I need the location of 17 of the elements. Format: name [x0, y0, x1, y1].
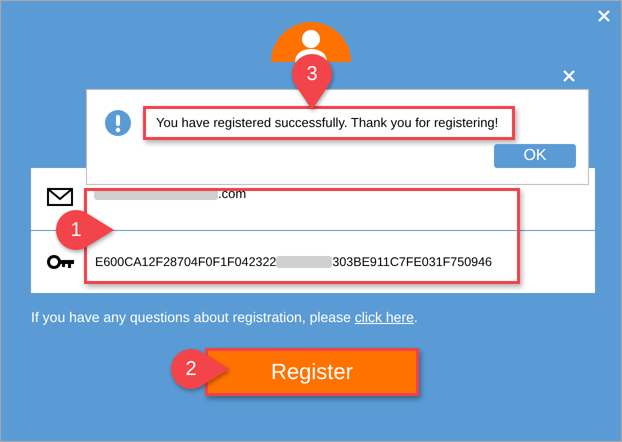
callout-number: 1: [69, 218, 83, 242]
callout-number: 3: [305, 62, 319, 86]
callout-number: 2: [184, 356, 198, 382]
email-text: .com: [218, 186, 246, 201]
help-text: If you have any questions about registration, please click here.: [31, 309, 419, 325]
exclamation-icon: [105, 110, 131, 136]
ok-button[interactable]: OK: [494, 144, 576, 168]
envelope-icon: [47, 188, 73, 206]
success-message: You have registered successfully. Thank you for registering!: [143, 106, 516, 140]
close-icon[interactable]: [598, 10, 610, 22]
redacted-text: [276, 256, 332, 268]
register-button[interactable]: Register: [205, 348, 419, 396]
license-key-text: 303BE911C7FE031F750946: [332, 255, 492, 269]
key-icon: [47, 254, 75, 270]
click-here-link[interactable]: click here: [354, 309, 414, 325]
license-key-text: E600CA12F28704F0F1F042322: [95, 255, 276, 269]
close-icon[interactable]: [563, 70, 575, 82]
